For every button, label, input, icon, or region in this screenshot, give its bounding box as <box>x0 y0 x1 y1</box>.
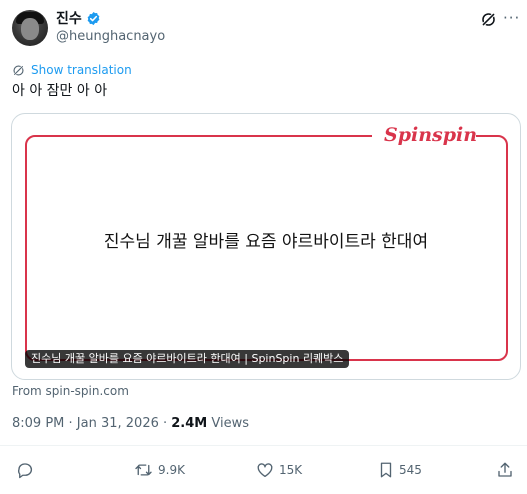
verified-badge-icon <box>87 11 100 26</box>
like-icon <box>257 463 273 478</box>
like-button[interactable]: 15K <box>256 461 302 479</box>
avatar[interactable] <box>12 10 48 46</box>
share-button[interactable] <box>496 461 514 479</box>
card-source[interactable]: From spin-spin.com <box>12 384 129 398</box>
bookmark-count: 545 <box>399 463 422 477</box>
retweet-button[interactable]: 9.9K <box>134 461 185 479</box>
meta-separator: · <box>64 416 77 431</box>
translate-icon <box>13 65 24 76</box>
tweet-meta: 8:09 PM · Jan 31, 2026 · 2.4M Views <box>12 416 249 432</box>
tweet-time[interactable]: 8:09 PM <box>12 416 64 431</box>
share-icon <box>498 462 512 477</box>
card-logo: Spinspin <box>384 124 478 146</box>
more-icon[interactable]: ··· <box>503 10 520 26</box>
bookmark-icon <box>380 462 392 478</box>
avatar-face <box>21 18 39 40</box>
meta-separator: · <box>158 416 172 431</box>
author-handle[interactable]: @heunghacnayo <box>56 29 165 45</box>
author-name[interactable]: 진수 <box>56 10 82 28</box>
bookmark-button[interactable]: 545 <box>378 461 422 479</box>
reply-icon <box>18 463 33 479</box>
link-card[interactable]: Spinspin 진수님 개꿀 알바를 요즘 야르바이트라 한대여 진수님 개꿀… <box>11 113 521 380</box>
reply-button[interactable] <box>16 461 34 479</box>
show-translation-link[interactable]: Show translation <box>31 62 132 78</box>
card-caption: 진수님 개꿀 알바를 요즘 야르바이트라 한대여 | SpinSpin 리퀘박스 <box>25 350 350 368</box>
retweet-count: 9.9K <box>158 463 185 477</box>
divider <box>0 445 527 446</box>
tweet-date[interactable]: Jan 31, 2026 <box>77 416 159 431</box>
grok-icon[interactable] <box>480 11 497 28</box>
card-headline: 진수님 개꿀 알바를 요즘 야르바이트라 한대여 <box>103 232 429 252</box>
like-count: 15K <box>279 463 303 477</box>
views-label: Views <box>211 416 249 431</box>
retweet-icon <box>135 464 152 476</box>
views-count: 2.4M <box>171 416 208 431</box>
tweet-text: 아 아 잠만 아 아 <box>12 83 108 99</box>
